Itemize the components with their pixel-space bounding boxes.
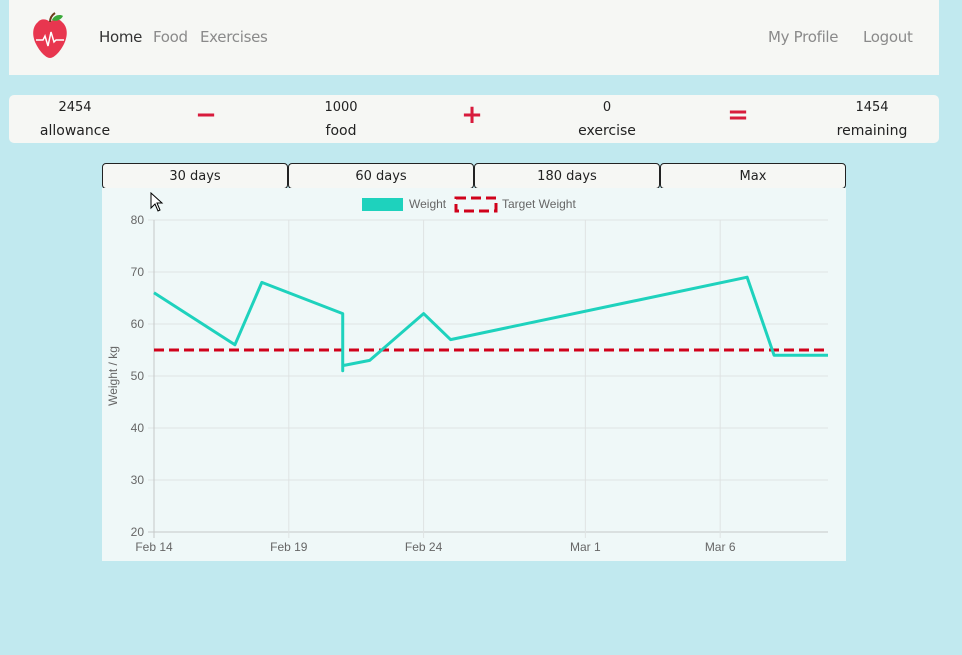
my-profile-link[interactable]: My Profile (768, 28, 839, 46)
food-value: 1000 (324, 100, 358, 115)
navbar: Home Food Exercises My Profile Logout (9, 0, 939, 75)
logout-link[interactable]: Logout (863, 28, 913, 46)
y-tick-label: 50 (131, 369, 145, 383)
range-max-button[interactable]: Max (660, 163, 846, 189)
range-30-days-button[interactable]: 30 days (102, 163, 288, 189)
plus-operator: + (461, 100, 483, 130)
exercise-stat: 0 exercise (547, 100, 667, 140)
x-tick-label: Feb 24 (405, 540, 443, 554)
nav-food-link[interactable]: Food (153, 28, 188, 46)
nav-exercises-link[interactable]: Exercises (200, 28, 268, 46)
range-60-days-button[interactable]: 60 days (288, 163, 474, 189)
y-tick-label: 40 (131, 421, 145, 435)
allowance-value: 2454 (58, 100, 92, 115)
minus-operator: − (195, 100, 217, 130)
x-tick-label: Feb 14 (135, 540, 173, 554)
mouse-pointer-icon (150, 192, 164, 212)
allowance-stat: 2454 allowance (15, 100, 135, 140)
food-stat: 1000 food (281, 100, 401, 140)
legend-weight-swatch (362, 198, 403, 211)
y-tick-label: 60 (131, 317, 145, 331)
y-tick-label: 20 (131, 525, 145, 539)
y-tick-label: 80 (131, 213, 145, 227)
legend-weight-label: Weight (409, 197, 447, 211)
apple-heart-logo[interactable] (28, 12, 72, 60)
weight-chart-svg: 80 70 60 50 40 30 20Feb 14 Feb 19 Feb 24 Mar 1 Mar… (106, 196, 828, 554)
range-180-days-button[interactable]: 180 days (474, 163, 660, 189)
allowance-label: allowance (39, 123, 111, 139)
legend-target-swatch (454, 196, 498, 213)
remaining-stat: 1454 remaining (812, 100, 932, 140)
remaining-label: remaining (836, 123, 908, 139)
y-tick-label: 30 (131, 473, 145, 487)
remaining-value: 1454 (855, 100, 889, 115)
exercise-value: 0 (602, 100, 612, 115)
x-tick-label: Feb 19 (270, 540, 308, 554)
y-tick-label: 70 (131, 265, 145, 279)
x-tick-label: Mar 1 (570, 540, 601, 554)
nav-home-link[interactable]: Home (99, 28, 142, 46)
y-axis-label: Weight / kg (106, 346, 120, 406)
x-tick-label: Mar 6 (705, 540, 736, 554)
weight-chart: 80 70 60 50 40 30 20 Feb 14 Feb 19 Feb 24 Mar 1 Mar… (102, 188, 846, 561)
equals-operator: = (727, 100, 749, 130)
exercise-label: exercise (578, 123, 636, 139)
legend-target-label: Target Weight (502, 197, 576, 211)
food-label: food (325, 123, 357, 139)
